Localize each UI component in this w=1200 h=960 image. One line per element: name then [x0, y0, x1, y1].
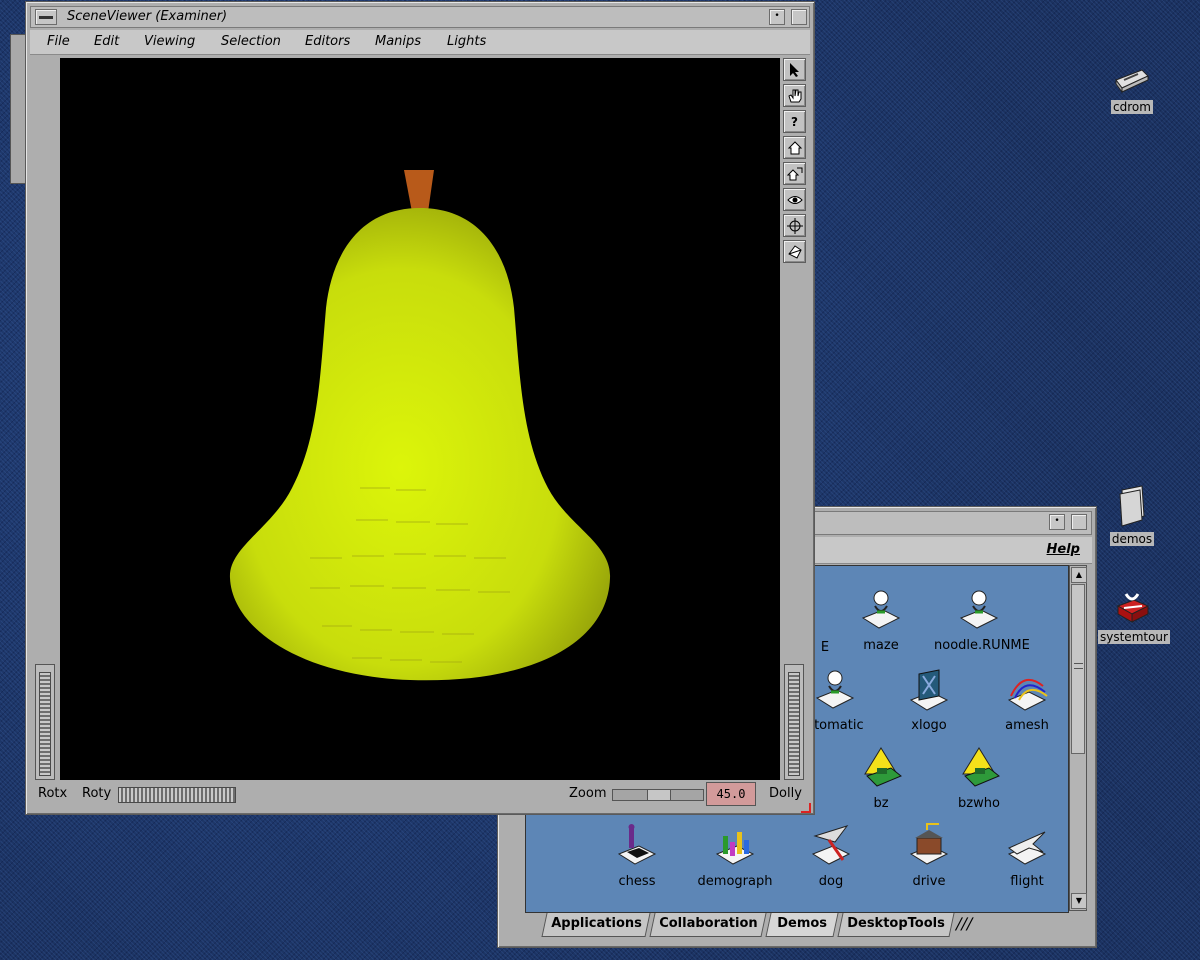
flight-jet-icon — [1007, 831, 1047, 865]
menu-lights[interactable]: Lights — [447, 34, 486, 49]
noodle-figure-icon — [861, 590, 901, 629]
noodle-figure-icon — [959, 590, 999, 629]
zoom-slider-thumb[interactable] — [647, 790, 671, 800]
menu-edit[interactable]: Edit — [94, 34, 119, 49]
more-tabs-indicator[interactable]: /// — [953, 913, 984, 937]
catalog-icon-xlogo[interactable]: xlogo — [884, 666, 974, 733]
seek-button[interactable] — [783, 214, 806, 237]
set-home-button[interactable] — [783, 162, 806, 185]
noodle-figure-icon — [815, 670, 855, 709]
catalog-icon-amesh[interactable]: amesh — [982, 666, 1072, 733]
tab-applications[interactable]: Applications — [541, 913, 651, 937]
view-all-button[interactable] — [783, 188, 806, 211]
tank-icon — [864, 747, 902, 787]
rotx-thumbwheel[interactable] — [39, 672, 51, 776]
minimize-button[interactable]: • — [769, 9, 785, 25]
zoom-value-field[interactable]: 45.0 — [706, 782, 756, 806]
window-title: SceneViewer (Examiner) — [67, 9, 228, 24]
sceneviewer-titlebar[interactable]: SceneViewer (Examiner) • — [30, 6, 810, 28]
zoom-slider[interactable] — [612, 789, 704, 801]
demograph-icon — [715, 832, 755, 865]
camera-type-button[interactable] — [783, 240, 806, 263]
desktop-icon-cdrom[interactable]: cdrom — [1108, 56, 1156, 115]
catalog-icon-flight[interactable]: flight — [982, 822, 1072, 889]
home-icon — [787, 140, 802, 154]
cdrom-icon — [1115, 69, 1149, 94]
catalog-icon-bzwho[interactable]: bzwho — [934, 744, 1024, 811]
catalog-icon-drive[interactable]: drive — [884, 822, 974, 889]
help-button[interactable]: ? — [783, 110, 806, 133]
pear-model — [229, 170, 611, 681]
catalog-icon-maze[interactable]: maze — [836, 586, 926, 653]
tab-demos[interactable]: Demos — [765, 913, 839, 937]
view-mode-button[interactable] — [783, 84, 806, 107]
menubar: File Edit Viewing Selection Editors Mani… — [30, 30, 810, 55]
catalog-icon-dog[interactable]: dog — [786, 822, 876, 889]
menu-manips[interactable]: Manips — [375, 34, 421, 49]
rotx-label: Rotx — [38, 786, 68, 801]
zoom-label: Zoom — [569, 786, 607, 801]
dolly-thumbwheel[interactable] — [788, 672, 800, 776]
eye-icon — [786, 195, 803, 204]
menu-file[interactable]: File — [47, 34, 70, 49]
home-button[interactable] — [783, 136, 806, 159]
3d-viewport[interactable] — [60, 58, 780, 780]
desktop-icon-systemtour[interactable]: systemtour — [1098, 586, 1170, 645]
maximize-button[interactable] — [791, 9, 807, 25]
catalog-icon-demograph[interactable]: demograph — [690, 822, 780, 889]
drive-icon — [909, 823, 949, 865]
chess-icon — [617, 824, 657, 865]
pick-mode-button[interactable] — [783, 58, 806, 81]
minimize-button[interactable]: • — [1049, 514, 1065, 530]
roty-label: Roty — [82, 786, 112, 801]
folder-icon — [1119, 485, 1145, 527]
hand-icon — [787, 89, 801, 102]
window-menu-button[interactable] — [35, 9, 57, 25]
catalog-icon-noodle-runme[interactable]: noodle.RUNME — [934, 586, 1030, 653]
pear-stem — [404, 170, 434, 212]
scroll-down-arrow[interactable]: ▼ — [1071, 893, 1087, 909]
perspective-camera-icon — [787, 244, 802, 259]
tab-collaboration[interactable]: Collaboration — [649, 913, 767, 937]
menu-viewing[interactable]: Viewing — [144, 34, 195, 49]
scroll-thumb[interactable] — [1071, 584, 1085, 754]
gift-icon — [1116, 593, 1150, 623]
help-menu[interactable]: Help — [1047, 542, 1080, 557]
menu-editors[interactable]: Editors — [305, 34, 350, 49]
maximize-button[interactable] — [1071, 514, 1087, 530]
catalog-icon-chess[interactable]: chess — [592, 822, 682, 889]
catalog-icon-bz[interactable]: bz — [836, 744, 926, 811]
arrow-pointer-icon — [789, 62, 799, 77]
desktop-icon-demos[interactable]: demos — [1108, 484, 1156, 547]
set-home-icon — [786, 167, 802, 180]
amesh-icon — [1007, 678, 1048, 711]
resize-corner-icon[interactable] — [801, 803, 811, 813]
xlogo-icon — [909, 669, 949, 711]
pear-body — [229, 208, 611, 681]
tab-desktoptools[interactable]: DesktopTools — [837, 913, 955, 937]
dolly-label: Dolly — [769, 786, 802, 801]
roty-thumbwheel[interactable] — [118, 787, 236, 803]
dog-plane-icon — [811, 825, 851, 865]
scroll-up-arrow[interactable]: ▲ — [1071, 567, 1087, 583]
crosshair-icon — [786, 217, 803, 234]
tank-icon — [962, 747, 1000, 787]
menu-selection[interactable]: Selection — [221, 34, 281, 49]
